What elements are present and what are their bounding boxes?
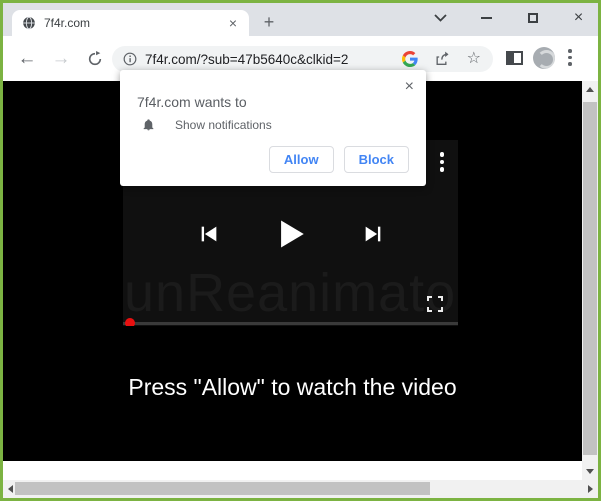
- reload-button[interactable]: [83, 36, 107, 81]
- previous-track-icon[interactable]: [198, 223, 220, 245]
- popup-close-icon[interactable]: ×: [405, 78, 414, 96]
- browser-menu-icon[interactable]: [568, 49, 572, 66]
- next-track-icon[interactable]: [362, 223, 384, 245]
- tab-close-icon[interactable]: ×: [225, 16, 241, 30]
- vertical-scrollbar-thumb[interactable]: [583, 102, 597, 455]
- window-controls: ×: [433, 3, 586, 33]
- horizontal-scrollbar[interactable]: [3, 480, 598, 498]
- play-icon[interactable]: [274, 216, 308, 252]
- site-info-icon[interactable]: [123, 52, 137, 66]
- back-button[interactable]: ←: [15, 36, 39, 81]
- player-watermark: unReanimator: [124, 262, 458, 324]
- horizontal-scrollbar-thumb[interactable]: [15, 482, 430, 495]
- fullscreen-icon[interactable]: [427, 296, 443, 312]
- share-icon[interactable]: [434, 51, 451, 67]
- forward-button: →: [49, 36, 73, 81]
- tab-strip: 7f4r.com × + ×: [3, 3, 598, 36]
- url-text[interactable]: 7f4r.com/?sub=47b5640c&clkid=2: [145, 52, 386, 67]
- browser-window: 7f4r.com × + × ← → 7f4r.com/?sub=47b5640…: [0, 0, 601, 501]
- notification-permission-popup: × 7f4r.com wants to Show notifications A…: [120, 70, 426, 186]
- window-close-button[interactable]: ×: [571, 11, 586, 26]
- scroll-right-icon[interactable]: [588, 485, 593, 493]
- block-button[interactable]: Block: [344, 146, 409, 173]
- scroll-up-icon[interactable]: [586, 87, 594, 92]
- popup-permission-text: Show notifications: [175, 118, 272, 132]
- page-caption: Press "Allow" to watch the video: [3, 372, 582, 402]
- chevron-down-icon[interactable]: [433, 11, 448, 26]
- page-bottom-strip: [3, 461, 582, 480]
- new-tab-button[interactable]: +: [258, 12, 280, 34]
- profile-avatar[interactable]: [533, 47, 555, 69]
- vertical-scrollbar[interactable]: [582, 81, 598, 480]
- tab-title: 7f4r.com: [44, 16, 90, 30]
- side-panel-icon[interactable]: [506, 51, 523, 65]
- browser-tab[interactable]: 7f4r.com ×: [12, 10, 249, 36]
- globe-favicon-icon: [22, 16, 36, 30]
- allow-button[interactable]: Allow: [269, 146, 334, 173]
- scroll-left-icon[interactable]: [8, 485, 13, 493]
- player-menu-icon[interactable]: [440, 152, 445, 172]
- google-g-icon: [402, 51, 418, 67]
- bell-icon: [142, 118, 155, 132]
- bookmark-star-icon[interactable]: ☆: [467, 51, 481, 67]
- progress-bar[interactable]: [123, 322, 458, 325]
- address-bar[interactable]: 7f4r.com/?sub=47b5640c&clkid=2 ☆: [112, 46, 493, 72]
- scroll-down-icon[interactable]: [586, 469, 594, 474]
- maximize-button[interactable]: [525, 11, 540, 26]
- popup-title: 7f4r.com wants to: [137, 94, 247, 110]
- player-controls: [123, 216, 458, 252]
- progress-handle[interactable]: [125, 318, 135, 326]
- minimize-button[interactable]: [479, 11, 494, 26]
